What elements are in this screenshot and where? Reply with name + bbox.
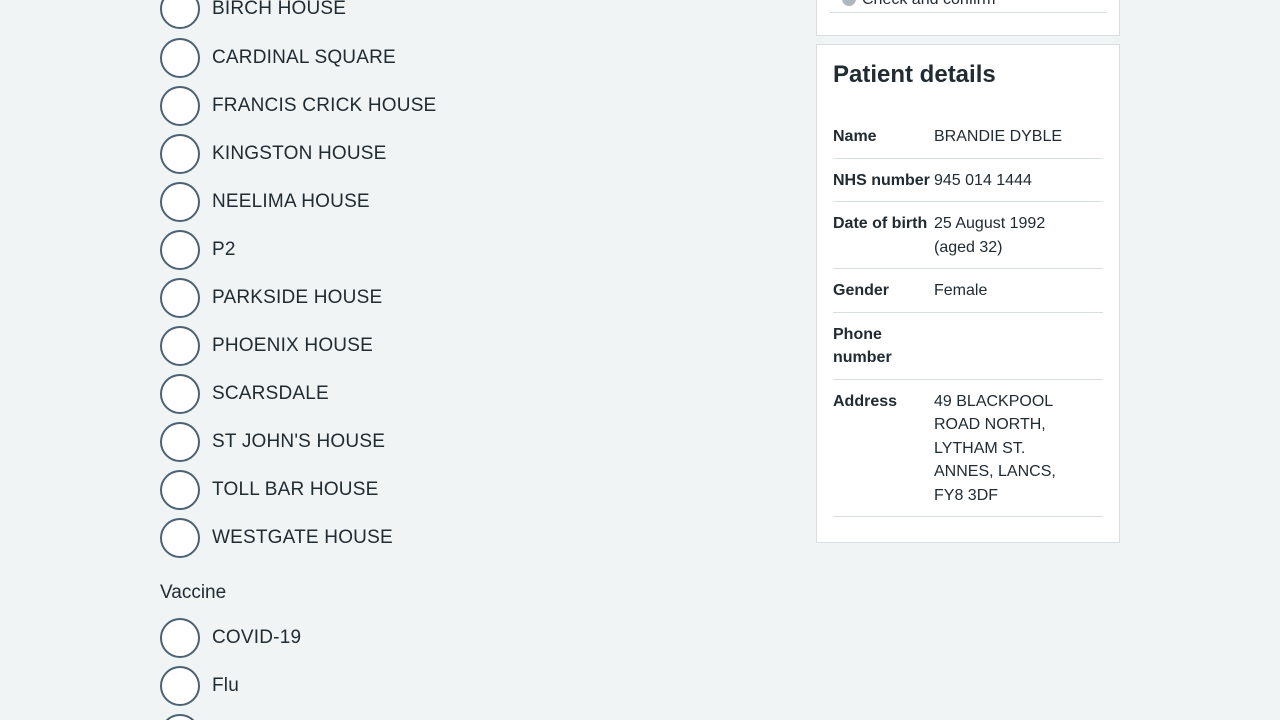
radio-circle-icon[interactable] (160, 422, 200, 462)
radio-circle-icon[interactable] (160, 326, 200, 366)
task-list-card: Check and confirm (816, 0, 1120, 36)
radio-site-cardinal-square[interactable]: CARDINAL SQUARE (160, 38, 396, 78)
summary-row-phone-number: Phone number (833, 313, 1103, 380)
summary-value: BRANDIE DYBLE (934, 128, 1063, 145)
radio-label: NEELIMA HOUSE (212, 191, 370, 212)
radio-circle-icon[interactable] (160, 518, 200, 558)
radio-label: PARKSIDE HOUSE (212, 287, 383, 308)
radio-circle-icon[interactable] (160, 278, 200, 318)
radio-site-francis-crick-house[interactable]: FRANCIS CRICK HOUSE (160, 86, 436, 126)
radio-circle-icon[interactable] (160, 374, 200, 414)
summary-value: 945 014 1444 (934, 171, 1032, 189)
radio-site-kingston-house[interactable]: KINGSTON HOUSE (160, 134, 387, 174)
task-list-item-label[interactable]: Check and confirm (862, 0, 995, 10)
radio-vaccine-covid-19[interactable]: COVID-19 (160, 618, 301, 658)
summary-row-nhs-number: NHS number 945 014 1444 (833, 159, 1103, 202)
page: BIRCH HOUSE CARDINAL SQUARE FRANCIS CRIC… (0, 0, 1280, 720)
summary-key: Address (833, 392, 898, 410)
patient-details-card: Patient details Name BRANDIE DYBLE NHS n… (816, 44, 1120, 543)
task-list-item[interactable]: Check and confirm (830, 0, 1107, 13)
radio-site-westgate-house[interactable]: WESTGATE HOUSE (160, 518, 393, 558)
radio-site-neelima-house[interactable]: NEELIMA HOUSE (160, 182, 370, 222)
summary-value: 49 BLACKPOOL ROAD NORTH, LYTHAM ST. ANNE… (934, 392, 1056, 504)
radio-site-scarsdale[interactable]: SCARSDALE (160, 374, 329, 414)
summary-key: Name (833, 128, 877, 145)
radio-circle-icon[interactable] (160, 714, 200, 720)
radio-circle-icon[interactable] (160, 182, 200, 222)
radio-circle-icon[interactable] (160, 38, 200, 78)
radio-label: PHOENIX HOUSE (212, 335, 373, 356)
summary-key: Phone number (833, 325, 892, 367)
summary-row-date-of-birth: Date of birth 25 August 1992 (aged 32) (833, 202, 1103, 269)
summary-key: Gender (833, 282, 890, 299)
status-circle-icon (842, 0, 856, 6)
summary-value: 25 August 1992 (aged 32) (934, 215, 1046, 256)
radio-label: CARDINAL SQUARE (212, 47, 396, 68)
radio-label: FRANCIS CRICK HOUSE (212, 95, 437, 116)
radio-vaccine-partial[interactable] (160, 714, 212, 720)
radio-circle-icon[interactable] (160, 86, 200, 126)
summary-row-address: Address 49 BLACKPOOL ROAD NORTH, LYTHAM … (833, 380, 1103, 517)
radio-circle-icon[interactable] (160, 230, 200, 270)
patient-details-list: Name BRANDIE DYBLE NHS number 945 014 14… (833, 115, 1103, 517)
radio-vaccine-flu[interactable]: Flu (160, 666, 239, 706)
radio-site-phoenix-house[interactable]: PHOENIX HOUSE (160, 326, 373, 366)
vaccine-legend: Vaccine (160, 582, 227, 603)
radio-label: BIRCH HOUSE (212, 0, 347, 19)
radio-label: SCARSDALE (212, 383, 329, 404)
radio-circle-icon[interactable] (160, 666, 200, 706)
summary-row-name: Name BRANDIE DYBLE (833, 115, 1103, 159)
summary-row-gender: Gender Female (833, 269, 1103, 313)
radio-site-p2[interactable]: P2 (160, 230, 236, 270)
radio-circle-icon[interactable] (160, 0, 200, 29)
radio-site-st-johns-house[interactable]: ST JOHN'S HOUSE (160, 422, 385, 462)
radio-site-toll-bar-house[interactable]: TOLL BAR HOUSE (160, 470, 378, 510)
radio-label: COVID-19 (212, 627, 302, 648)
radio-label: P2 (212, 239, 236, 260)
summary-value (934, 323, 1064, 370)
radio-circle-icon[interactable] (160, 470, 200, 510)
summary-value: Female (934, 282, 988, 299)
radio-site-parkside-house[interactable]: PARKSIDE HOUSE (160, 278, 382, 318)
summary-key: NHS number (833, 171, 930, 189)
radio-label: Flu (212, 675, 239, 696)
radio-label: ST JOHN'S HOUSE (212, 431, 386, 452)
summary-key: Date of birth (833, 215, 928, 232)
radio-site-birch-house[interactable]: BIRCH HOUSE (160, 0, 346, 29)
radio-circle-icon[interactable] (160, 134, 200, 174)
radio-label: TOLL BAR HOUSE (212, 479, 379, 500)
radio-circle-icon[interactable] (160, 618, 200, 658)
patient-details-title: Patient details (833, 61, 996, 88)
radio-label: WESTGATE HOUSE (212, 527, 393, 548)
radio-label: KINGSTON HOUSE (212, 143, 387, 164)
